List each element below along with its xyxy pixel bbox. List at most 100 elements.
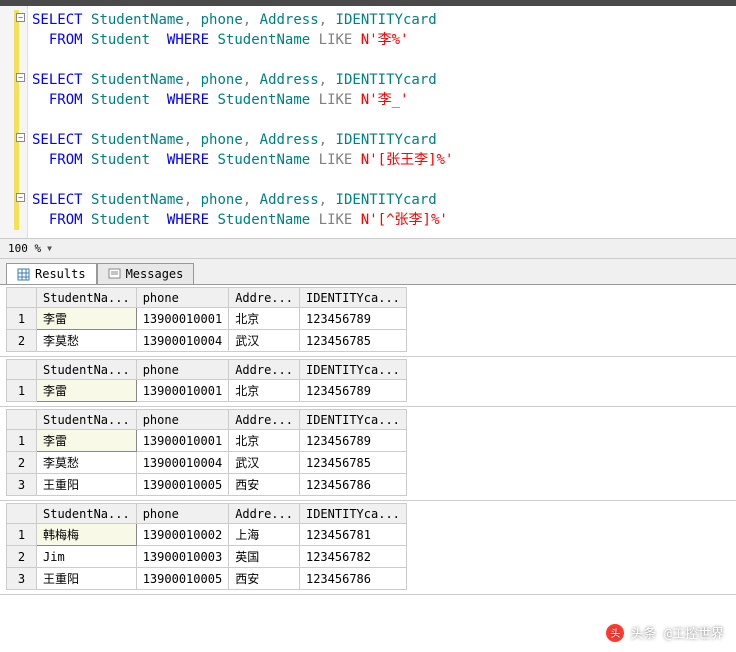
table-cell[interactable]: 北京 xyxy=(229,380,300,402)
rownum-cell[interactable]: 2 xyxy=(7,452,37,474)
table-row[interactable]: 3王重阳13900010005西安123456786 xyxy=(7,568,407,590)
code-line[interactable]: FROM Student WHERE StudentName LIKE N'李_… xyxy=(28,90,736,110)
results-pane: StudentNa...phoneAddre...IDENTITYca...1李… xyxy=(0,285,736,595)
fold-icon[interactable]: − xyxy=(16,193,25,202)
table-cell[interactable]: 北京 xyxy=(229,308,300,330)
column-header[interactable]: IDENTITYca... xyxy=(299,504,406,524)
table-row[interactable]: 1李雷13900010001北京123456789 xyxy=(7,430,407,452)
table-cell[interactable]: 123456789 xyxy=(299,430,406,452)
table-cell[interactable]: 13900010001 xyxy=(136,308,228,330)
fold-icon[interactable]: − xyxy=(16,133,25,142)
table-cell[interactable]: 王重阳 xyxy=(37,474,137,496)
code-line[interactable]: −SELECT StudentName, phone, Address, IDE… xyxy=(28,70,736,90)
table-cell[interactable]: 李雷 xyxy=(37,308,137,330)
rownum-cell[interactable]: 1 xyxy=(7,524,37,546)
table-cell[interactable]: 李莫愁 xyxy=(37,452,137,474)
column-header[interactable]: StudentNa... xyxy=(37,288,137,308)
table-cell[interactable]: 123456782 xyxy=(299,546,406,568)
column-header[interactable]: phone xyxy=(136,288,228,308)
code-line[interactable] xyxy=(28,170,736,190)
column-header[interactable]: StudentNa... xyxy=(37,504,137,524)
table-cell[interactable]: 上海 xyxy=(229,524,300,546)
table-cell[interactable]: 西安 xyxy=(229,474,300,496)
table-cell[interactable]: 13900010004 xyxy=(136,452,228,474)
code-line[interactable]: FROM Student WHERE StudentName LIKE N'[^… xyxy=(28,210,736,230)
column-header[interactable]: StudentNa... xyxy=(37,360,137,380)
table-cell[interactable]: 123456789 xyxy=(299,308,406,330)
table-cell[interactable]: 英国 xyxy=(229,546,300,568)
table-header-row: StudentNa...phoneAddre...IDENTITYca... xyxy=(7,360,407,380)
rownum-cell[interactable]: 1 xyxy=(7,430,37,452)
column-header[interactable]: IDENTITYca... xyxy=(299,410,406,430)
table-row[interactable]: 2李莫愁13900010004武汉123456785 xyxy=(7,330,407,352)
column-header[interactable]: IDENTITYca... xyxy=(299,360,406,380)
code-line[interactable]: FROM Student WHERE StudentName LIKE N'李%… xyxy=(28,30,736,50)
rownum-header[interactable] xyxy=(7,410,37,430)
column-header[interactable]: StudentNa... xyxy=(37,410,137,430)
table-cell[interactable]: 123456789 xyxy=(299,380,406,402)
table-cell[interactable]: 李雷 xyxy=(37,430,137,452)
column-header[interactable]: Addre... xyxy=(229,360,300,380)
table-cell[interactable]: 13900010001 xyxy=(136,380,228,402)
table-cell[interactable]: 13900010005 xyxy=(136,568,228,590)
table-row[interactable]: 3王重阳13900010005西安123456786 xyxy=(7,474,407,496)
zoom-bar: 100 % ▼ xyxy=(0,239,736,259)
table-cell[interactable]: 王重阳 xyxy=(37,568,137,590)
rownum-cell[interactable]: 3 xyxy=(7,474,37,496)
code-line[interactable]: −SELECT StudentName, phone, Address, IDE… xyxy=(28,130,736,150)
table-cell[interactable]: 武汉 xyxy=(229,330,300,352)
table-cell[interactable]: 123456786 xyxy=(299,568,406,590)
result-block: StudentNa...phoneAddre...IDENTITYca...1李… xyxy=(0,357,736,407)
tab-messages-label: Messages xyxy=(126,267,184,281)
table-cell[interactable]: 123456786 xyxy=(299,474,406,496)
table-cell[interactable]: 13900010005 xyxy=(136,474,228,496)
table-cell[interactable]: 李莫愁 xyxy=(37,330,137,352)
table-row[interactable]: 1韩梅梅13900010002上海123456781 xyxy=(7,524,407,546)
tab-results[interactable]: Results xyxy=(6,263,97,284)
table-row[interactable]: 1李雷13900010001北京123456789 xyxy=(7,308,407,330)
table-cell[interactable]: 韩梅梅 xyxy=(37,524,137,546)
rownum-cell[interactable]: 2 xyxy=(7,546,37,568)
rownum-cell[interactable]: 1 xyxy=(7,308,37,330)
fold-icon[interactable]: − xyxy=(16,73,25,82)
rownum-cell[interactable]: 2 xyxy=(7,330,37,352)
code-line[interactable]: FROM Student WHERE StudentName LIKE N'[张… xyxy=(28,150,736,170)
code-line[interactable] xyxy=(28,110,736,130)
column-header[interactable]: phone xyxy=(136,360,228,380)
column-header[interactable]: phone xyxy=(136,410,228,430)
table-row[interactable]: 2李莫愁13900010004武汉123456785 xyxy=(7,452,407,474)
column-header[interactable]: phone xyxy=(136,504,228,524)
table-cell[interactable]: Jim xyxy=(37,546,137,568)
table-cell[interactable]: 13900010002 xyxy=(136,524,228,546)
table-cell[interactable]: 武汉 xyxy=(229,452,300,474)
code-line[interactable]: −SELECT StudentName, phone, Address, IDE… xyxy=(28,190,736,210)
table-row[interactable]: 2Jim13900010003英国123456782 xyxy=(7,546,407,568)
chevron-down-icon[interactable]: ▼ xyxy=(47,244,52,253)
table-cell[interactable]: 123456785 xyxy=(299,330,406,352)
column-header[interactable]: Addre... xyxy=(229,410,300,430)
rownum-cell[interactable]: 3 xyxy=(7,568,37,590)
table-cell[interactable]: 13900010004 xyxy=(136,330,228,352)
tab-messages[interactable]: Messages xyxy=(97,263,195,284)
rownum-header[interactable] xyxy=(7,360,37,380)
fold-icon[interactable]: − xyxy=(16,13,25,22)
code-line[interactable]: −SELECT StudentName, phone, Address, IDE… xyxy=(28,10,736,30)
table-cell[interactable]: 西安 xyxy=(229,568,300,590)
rownum-header[interactable] xyxy=(7,288,37,308)
column-header[interactable]: Addre... xyxy=(229,504,300,524)
sql-editor[interactable]: −SELECT StudentName, phone, Address, IDE… xyxy=(0,6,736,239)
table-cell[interactable]: 李雷 xyxy=(37,380,137,402)
zoom-value[interactable]: 100 % xyxy=(8,242,41,255)
rownum-header[interactable] xyxy=(7,504,37,524)
table-cell[interactable]: 123456785 xyxy=(299,452,406,474)
result-table: StudentNa...phoneAddre...IDENTITYca...1李… xyxy=(6,359,407,402)
table-cell[interactable]: 13900010001 xyxy=(136,430,228,452)
rownum-cell[interactable]: 1 xyxy=(7,380,37,402)
table-row[interactable]: 1李雷13900010001北京123456789 xyxy=(7,380,407,402)
code-line[interactable] xyxy=(28,50,736,70)
table-cell[interactable]: 13900010003 xyxy=(136,546,228,568)
column-header[interactable]: IDENTITYca... xyxy=(299,288,406,308)
table-cell[interactable]: 123456781 xyxy=(299,524,406,546)
table-cell[interactable]: 北京 xyxy=(229,430,300,452)
column-header[interactable]: Addre... xyxy=(229,288,300,308)
